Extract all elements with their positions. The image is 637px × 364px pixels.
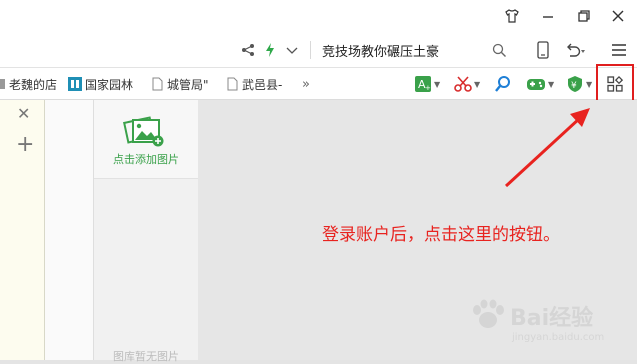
watermark-brand: Bai经验 — [510, 306, 594, 331]
watermark: Bai经验 jingyan.baidu.com — [470, 292, 620, 352]
paw-icon — [473, 299, 504, 328]
watermark-url: jingyan.baidu.com — [512, 332, 605, 343]
annotation-text: 登录账户后，点击这里的按钮。 — [322, 225, 560, 245]
